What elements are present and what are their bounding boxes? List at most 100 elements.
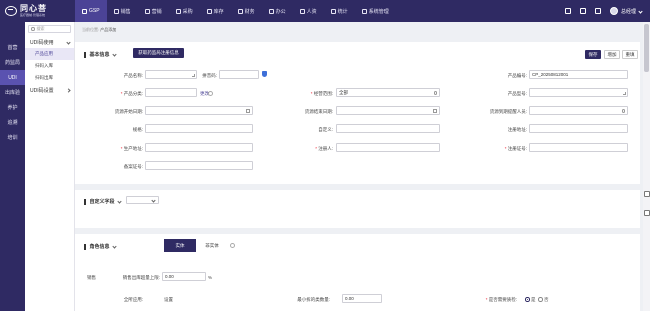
model-field[interactable] (529, 88, 628, 97)
sidebar: 首营 药监局 UDI 出库验 养护 追溯 培训 (0, 22, 25, 311)
info-icon (208, 90, 213, 96)
user-menu[interactable]: 总经理 (609, 7, 643, 15)
fetch-registration-button[interactable]: 获取药监局注册信息 (133, 48, 184, 58)
gsp-icon (82, 8, 87, 14)
logo[interactable]: 同心菩 医疗器械·管理系统 (0, 0, 75, 22)
vertical-scrollbar[interactable] (643, 22, 650, 311)
search-icon (621, 109, 625, 113)
reg-cert-field[interactable] (529, 143, 628, 152)
reg-address-label: 注册地址: (507, 127, 527, 132)
min-qty-field[interactable]: 0.00 (342, 294, 382, 303)
category-field[interactable] (145, 88, 197, 97)
nav-sales[interactable]: 销售 (107, 0, 138, 22)
custom-fields-title[interactable]: 自定义字段 (84, 198, 122, 205)
nav-stats[interactable]: 统计 (324, 0, 355, 22)
custom-fields-select[interactable] (126, 196, 159, 204)
sidebar-item-training[interactable]: 培训 (0, 130, 25, 145)
subnav-item-product-apply[interactable]: 产品应用 (25, 48, 74, 60)
pinyin-field[interactable] (219, 70, 259, 79)
nav-system[interactable]: 系统管理 (355, 0, 396, 22)
chevron-down-icon (151, 198, 156, 203)
finance-icon (237, 8, 243, 14)
nav-gsp[interactable]: GSP (75, 0, 107, 22)
save-button[interactable]: 保存 (585, 50, 601, 59)
sidebar-item-drug-admin[interactable]: 药监局 (0, 55, 25, 70)
stats-icon (330, 8, 336, 14)
sidebar-item-maintenance[interactable]: 养护 (0, 100, 25, 115)
logo-subtitle: 医疗器械·管理系统 (20, 12, 45, 17)
menu-search-input[interactable]: 搜索 (28, 25, 71, 33)
calendar-icon (246, 109, 250, 113)
avatar (609, 7, 618, 15)
subnav-item-scan-out[interactable]: 扫码出库 (25, 72, 74, 84)
help-icon[interactable] (230, 243, 235, 248)
sidebar-item-first-camp[interactable]: 首营 (0, 40, 25, 55)
chevron-down-icon (111, 52, 117, 57)
nav-finance[interactable]: 财务 (231, 0, 262, 22)
collapse-icon[interactable] (644, 210, 650, 216)
sales-ratio-label: 销售出库超量上限: (122, 275, 160, 280)
supply-start-date[interactable] (145, 106, 253, 115)
supply-end-date[interactable] (336, 106, 440, 115)
search-icon (433, 91, 437, 95)
sub-navigation: 搜索 UDI码使用 产品应用 扫码入库 扫码出库 UDI码设置 (25, 22, 75, 311)
reg-address-field[interactable] (529, 124, 628, 133)
pinyin-label: 拼音码: (202, 73, 217, 78)
registrant-field[interactable] (336, 143, 440, 152)
quality-check-yes-radio[interactable] (525, 297, 530, 302)
supply-reminder-field[interactable] (529, 106, 628, 115)
product-code-field[interactable]: CP_20250812001 (529, 70, 628, 79)
shield-icon[interactable] (262, 71, 267, 77)
filing-label: 备案证号: (123, 164, 143, 169)
subnav-item-scan-in[interactable]: 扫码入库 (25, 60, 74, 72)
custom-field[interactable] (336, 124, 440, 133)
subnav-group-udi-use[interactable]: UDI码使用 (25, 36, 74, 48)
sidebar-item-outbound-check[interactable]: 出库验 (0, 85, 25, 100)
purchase-icon (175, 8, 181, 14)
calendar-icon (433, 109, 437, 113)
quality-check-no-radio[interactable] (538, 297, 543, 302)
home-icon[interactable] (564, 8, 571, 14)
producer-address-label: 生产地址: (83, 146, 143, 152)
sales-label: 销售 (87, 275, 96, 280)
nav-marketing[interactable]: 营销 (138, 0, 169, 22)
sales-ratio-field[interactable]: 0.00 (162, 272, 206, 281)
subnav-group-udi-settings[interactable]: UDI码设置 (25, 84, 74, 96)
quality-check-label: 是否需要质检: (457, 297, 517, 303)
logo-icon (5, 6, 17, 16)
reset-button[interactable]: 重填 (622, 50, 638, 59)
quality-check-yes-label: 是 (531, 297, 536, 302)
apply-scope-value[interactable]: 设置 (164, 297, 173, 303)
nav-office[interactable]: 办公 (262, 0, 293, 22)
notification-icon[interactable] (579, 8, 586, 14)
message-icon[interactable] (594, 8, 601, 14)
quality-check-no-label: 否 (544, 297, 549, 302)
product-name-label: 产品名称: (123, 73, 143, 78)
sales-icon (113, 8, 119, 14)
tab-entity[interactable]: 实体 (164, 239, 196, 252)
top-navigation-bar: 同心菩 医疗器械·管理系统 GSP 销售 营销 采购 库存 财务 办公 人资 统… (0, 0, 650, 22)
supply-start-label: 货源开始日期: (114, 109, 143, 114)
nav-inventory[interactable]: 库存 (200, 0, 231, 22)
tab-non-entity[interactable]: 非实体 (196, 239, 228, 252)
nav-purchase[interactable]: 采购 (169, 0, 200, 22)
nav-hr[interactable]: 人资 (293, 0, 324, 22)
filing-field[interactable] (145, 161, 253, 170)
system-icon (361, 8, 367, 14)
scrollbar-thumb[interactable] (644, 24, 649, 72)
reg-cert-label: 注册证号: (467, 146, 527, 152)
settings-icon[interactable] (644, 191, 650, 197)
supply-reminder-label: 货源到期提醒人员: (489, 109, 527, 114)
breadcrumb: 当前位置: 产品添加 (82, 27, 117, 32)
add-button[interactable]: 增加 (604, 50, 620, 59)
breadcrumb-current: 产品添加 (100, 27, 117, 32)
scope-field[interactable]: 全部 (336, 88, 440, 97)
chevron-down-icon (111, 244, 117, 249)
spec-field[interactable] (145, 124, 253, 133)
role-info-title[interactable]: 角色信息 (84, 243, 117, 250)
sidebar-item-udi[interactable]: UDI (0, 70, 25, 85)
producer-address-field[interactable] (145, 143, 253, 152)
hr-icon (299, 8, 305, 14)
sidebar-item-trace[interactable]: 追溯 (0, 115, 25, 130)
basic-info-title[interactable]: 基本信息 (84, 51, 117, 58)
